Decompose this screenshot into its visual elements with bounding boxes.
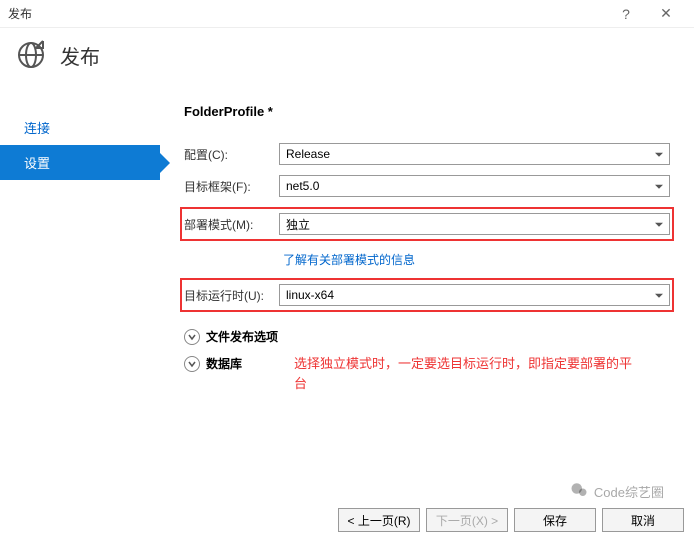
select-runtime[interactable]: linux-x64 — [279, 284, 670, 306]
annotation-text: 选择独立模式时，一定要选目标运行时，即指定要部署的平台 — [294, 354, 644, 393]
cancel-button[interactable]: 取消 — [602, 508, 684, 532]
prev-button[interactable]: < 上一页(R) — [338, 508, 420, 532]
watermark: Code综艺圈 — [570, 481, 664, 502]
wechat-icon — [570, 481, 588, 502]
deploy-info-link-row: 了解有关部署模式的信息 — [283, 251, 670, 268]
chevron-down-icon — [184, 356, 200, 372]
page-title: 发布 — [60, 41, 100, 70]
select-value: net5.0 — [286, 179, 319, 193]
select-deploy-mode[interactable]: 独立 — [279, 213, 670, 235]
sidebar-item-label: 连接 — [24, 121, 50, 136]
titlebar: 发布 ? ✕ — [0, 0, 694, 28]
profile-title: FolderProfile * — [184, 104, 670, 119]
row-deploy-mode: 部署模式(M): 独立 — [180, 207, 674, 241]
row-framework: 目标框架(F): net5.0 — [184, 175, 670, 197]
sidebar: 连接 设置 — [0, 88, 160, 488]
sidebar-item-label: 设置 — [24, 156, 50, 171]
publish-icon — [16, 40, 46, 70]
deploy-info-link[interactable]: 了解有关部署模式的信息 — [283, 253, 415, 267]
label-framework: 目标框架(F): — [184, 178, 279, 195]
select-configuration[interactable]: Release — [279, 143, 670, 165]
expander-label: 数据库 — [206, 355, 242, 372]
expander-label: 文件发布选项 — [206, 328, 278, 345]
row-runtime: 目标运行时(U): linux-x64 — [180, 278, 674, 312]
close-button[interactable]: ✕ — [646, 0, 686, 28]
dialog-header: 发布 — [0, 28, 694, 88]
save-button[interactable]: 保存 — [514, 508, 596, 532]
watermark-text: Code综艺圈 — [594, 482, 664, 501]
sidebar-item-connection[interactable]: 连接 — [0, 110, 160, 145]
label-deploy-mode: 部署模式(M): — [184, 216, 279, 233]
label-configuration: 配置(C): — [184, 146, 279, 163]
main-panel: FolderProfile * 配置(C): Release 目标框架(F): … — [160, 88, 694, 488]
next-button[interactable]: 下一页(X) > — [426, 508, 508, 532]
expander-file-publish[interactable]: 文件发布选项 — [184, 328, 670, 345]
select-value: linux-x64 — [286, 288, 334, 302]
select-value: 独立 — [286, 216, 310, 233]
select-value: Release — [286, 147, 330, 161]
label-runtime: 目标运行时(U): — [184, 287, 279, 304]
chevron-down-icon — [184, 329, 200, 345]
sidebar-item-settings[interactable]: 设置 — [0, 145, 160, 180]
row-configuration: 配置(C): Release — [184, 143, 670, 165]
select-framework[interactable]: net5.0 — [279, 175, 670, 197]
window-title: 发布 — [8, 5, 606, 22]
dialog-footer: < 上一页(R) 下一页(X) > 保存 取消 — [338, 508, 684, 532]
help-button[interactable]: ? — [606, 0, 646, 28]
